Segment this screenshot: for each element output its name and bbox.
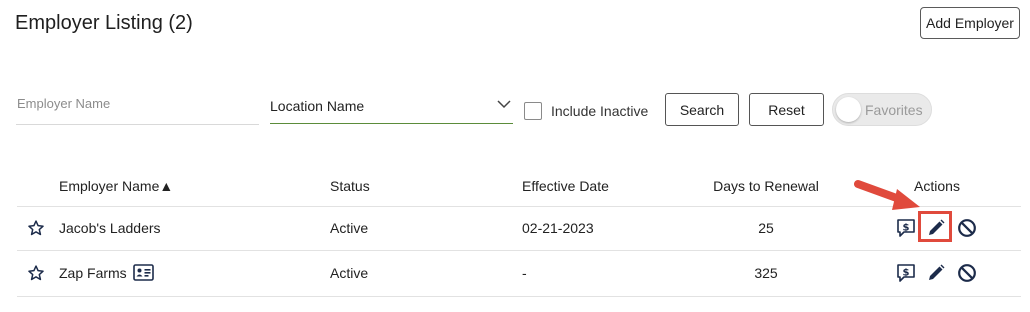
toggle-knob: [836, 97, 861, 122]
star-outline-icon[interactable]: [27, 264, 45, 282]
include-inactive-label: Include Inactive: [551, 103, 649, 119]
red-arrow-annotation: [854, 180, 920, 210]
effective-date-cell: -: [522, 265, 527, 281]
include-inactive-option[interactable]: Include Inactive: [524, 102, 648, 120]
status-cell: Active: [330, 220, 369, 236]
employer-name-cell[interactable]: Jacob's Ladders: [59, 220, 161, 236]
dollar-message-icon[interactable]: $: [896, 263, 916, 283]
chevron-down-icon: [497, 100, 511, 109]
search-button[interactable]: Search: [665, 93, 739, 126]
location-select-value: Location Name: [270, 98, 365, 114]
column-header-effective-date[interactable]: Effective Date: [522, 178, 609, 194]
row-divider: [17, 250, 1021, 251]
favorites-toggle[interactable]: Favorites: [832, 93, 932, 126]
effective-date-cell: 02-21-2023: [522, 220, 594, 236]
column-header-days-to-renewal[interactable]: Days to Renewal: [700, 178, 832, 194]
days-to-renewal-cell: 325: [754, 265, 778, 281]
row-divider: [17, 296, 1021, 297]
employer-name-field[interactable]: [16, 90, 260, 125]
id-card-icon[interactable]: [133, 264, 154, 281]
employer-name-cell[interactable]: Zap Farms: [59, 265, 127, 281]
include-inactive-checkbox[interactable]: [524, 102, 542, 120]
ban-icon[interactable]: [957, 218, 977, 238]
favorites-toggle-label: Favorites: [865, 102, 923, 118]
ban-icon[interactable]: [957, 263, 977, 283]
status-cell: Active: [330, 265, 369, 281]
days-to-renewal-cell: 25: [758, 220, 774, 236]
page-title: Employer Listing (2): [15, 12, 193, 34]
location-select[interactable]: Location Name: [270, 90, 513, 124]
column-header-employer-name[interactable]: Employer Name▲: [59, 178, 173, 194]
svg-text:$: $: [903, 223, 910, 234]
svg-text:$: $: [903, 268, 910, 279]
column-header-status[interactable]: Status: [330, 178, 370, 194]
star-outline-icon[interactable]: [27, 219, 45, 237]
pencil-icon[interactable]: [926, 263, 946, 283]
employer-name-input[interactable]: [16, 90, 260, 111]
add-employer-button[interactable]: Add Employer: [920, 7, 1020, 39]
reset-button[interactable]: Reset: [749, 93, 824, 126]
dollar-message-icon[interactable]: $: [896, 218, 916, 238]
